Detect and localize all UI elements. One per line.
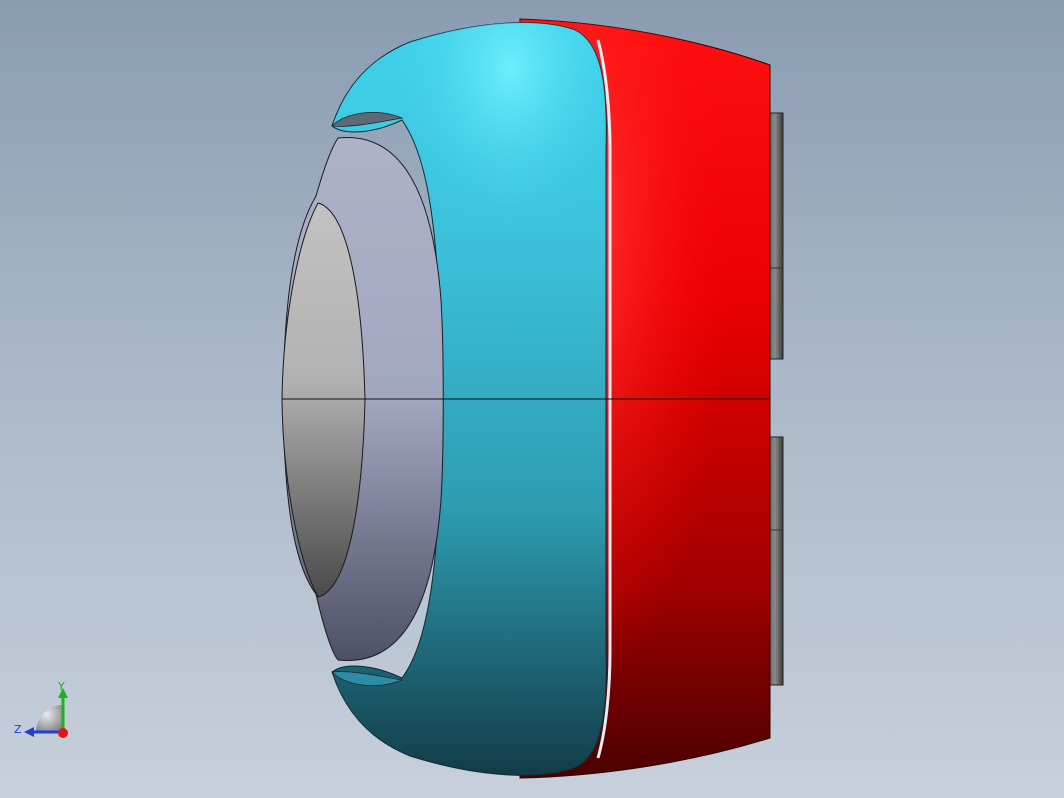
y-axis-label: Y — [57, 680, 65, 693]
x-axis-icon — [58, 728, 68, 738]
z-arrow-icon — [24, 727, 34, 737]
cad-model[interactable] — [0, 0, 1064, 798]
z-axis-label: Z — [14, 723, 22, 736]
orientation-triad[interactable]: Y Z — [10, 676, 80, 746]
graphics-viewport[interactable]: Y Z — [0, 0, 1064, 798]
